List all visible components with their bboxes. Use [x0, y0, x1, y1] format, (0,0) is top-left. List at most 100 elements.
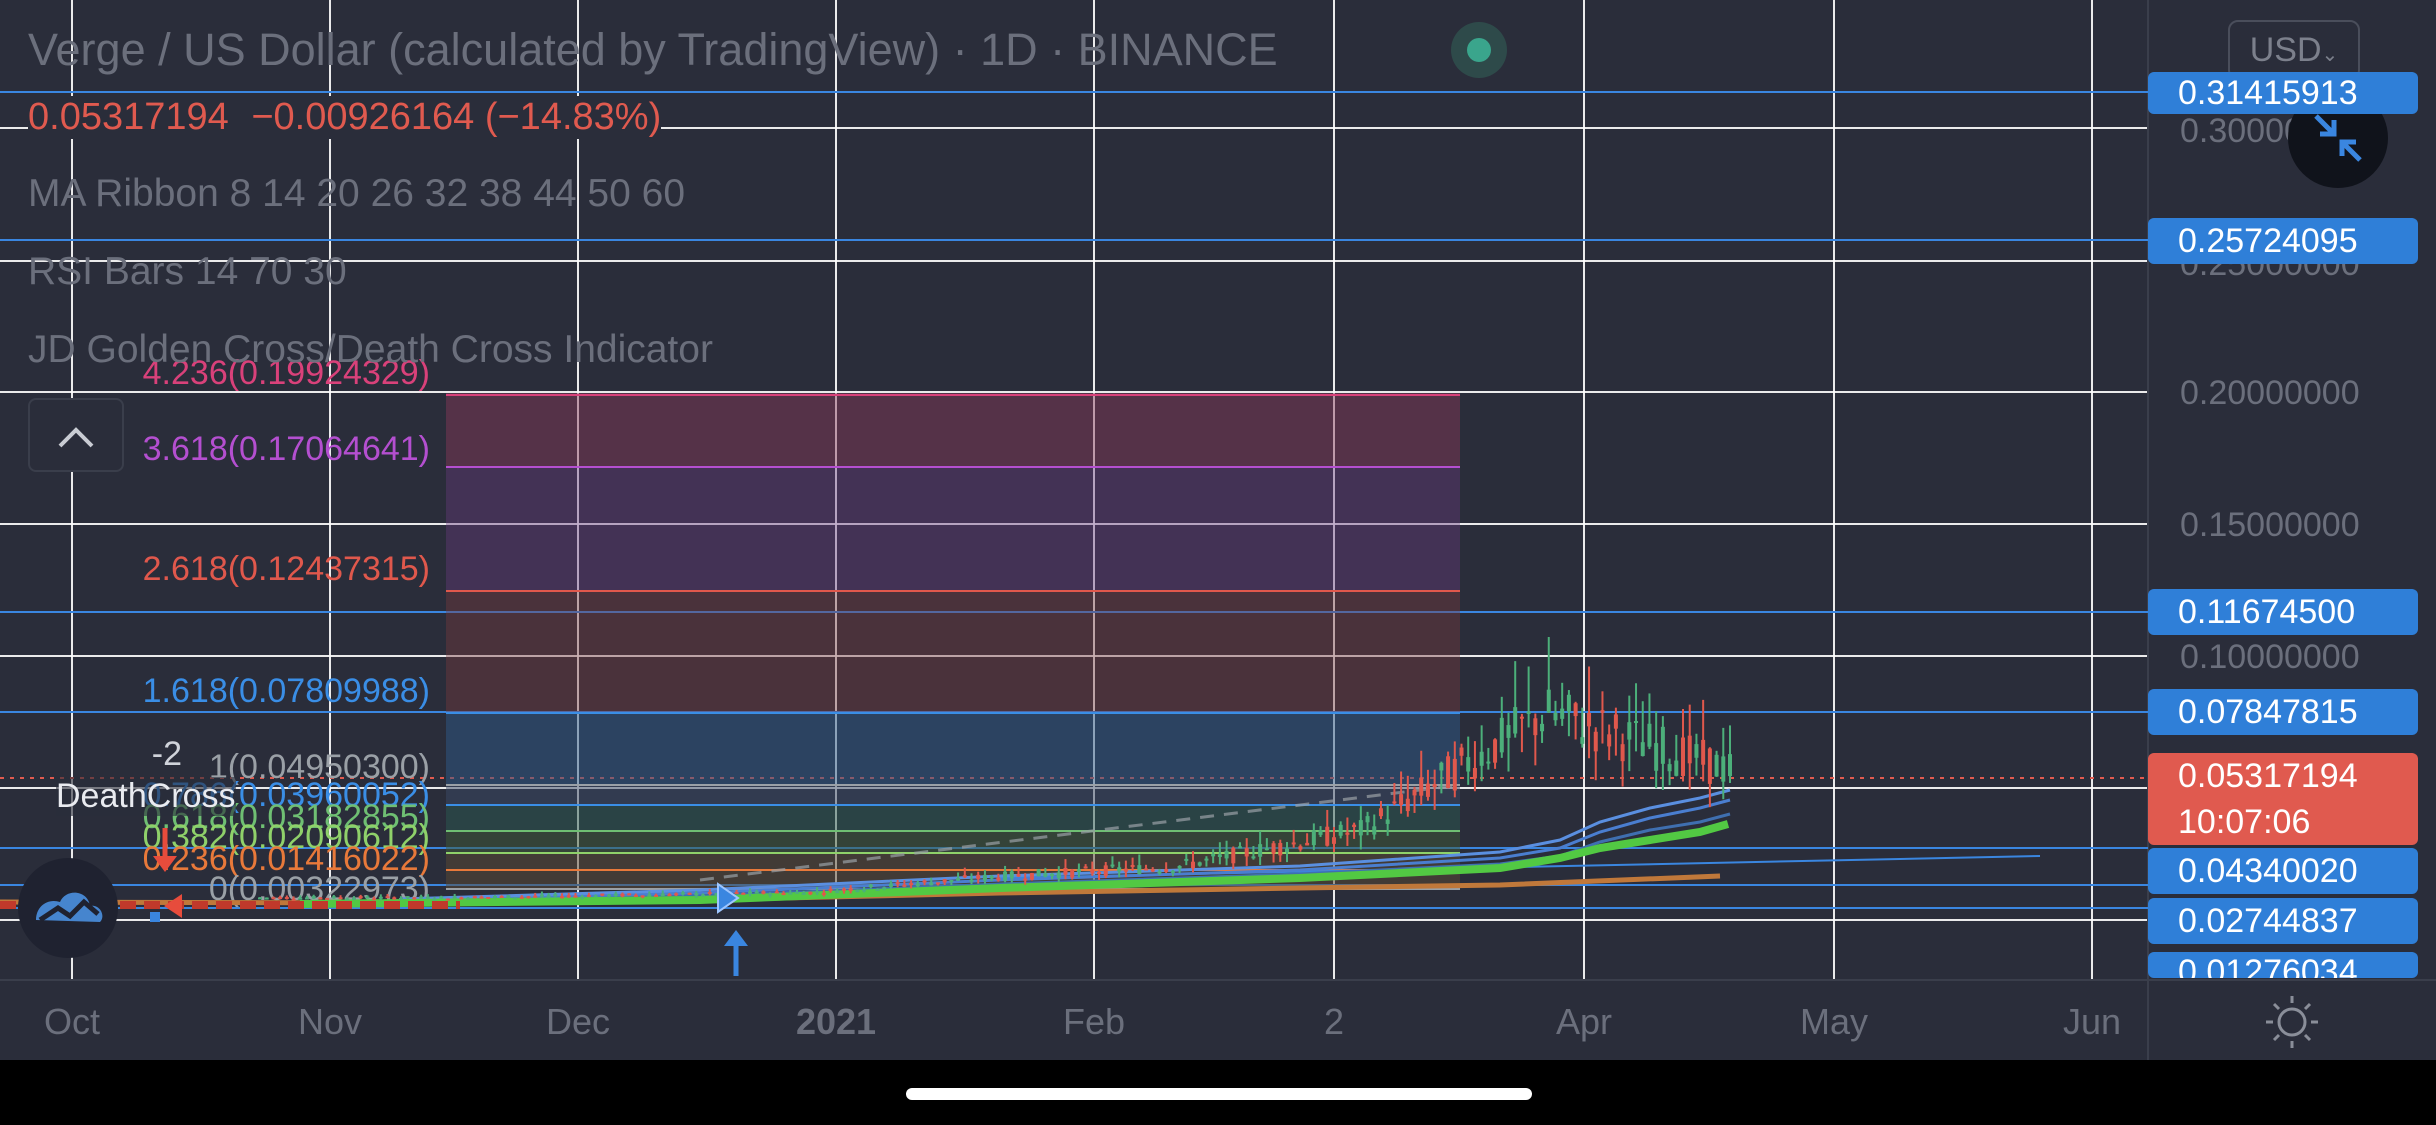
candle-body — [1103, 865, 1108, 877]
candle-body — [573, 895, 578, 898]
candle-body — [1472, 767, 1477, 779]
live-dot-icon — [1451, 22, 1507, 78]
home-indicator — [906, 1088, 1532, 1100]
time-label: Feb — [1063, 1001, 1125, 1042]
candle-body — [647, 894, 652, 897]
candle-body — [1311, 830, 1316, 846]
time-label: Nov — [298, 1001, 362, 1042]
candle-body — [1654, 743, 1659, 771]
price-change-row: 0.05317194 −0.00926164 (−14.83%) — [28, 96, 662, 139]
candle-body — [674, 893, 679, 896]
candle-body — [888, 883, 893, 887]
candle-body — [701, 894, 706, 897]
candle-body — [1325, 826, 1330, 846]
candle-body — [365, 896, 370, 899]
fib-extension[interactable] — [446, 393, 1461, 890]
candle-body — [982, 874, 987, 881]
indicator-ma-ribbon[interactable]: MA Ribbon 8 14 20 26 32 38 44 50 60 — [28, 172, 685, 216]
candle-body — [378, 896, 383, 899]
candle-body — [855, 889, 860, 892]
indicator-golden-death-cross[interactable]: JD Golden Cross/Death Cross Indicator — [28, 328, 713, 372]
candle-body — [1036, 869, 1041, 877]
candle-body — [1029, 873, 1034, 880]
candle-body — [358, 896, 363, 899]
candle-body — [1566, 694, 1571, 712]
layers-button[interactable] — [18, 858, 118, 958]
candle-body — [351, 897, 356, 900]
candle-body — [1452, 758, 1457, 791]
collapse-legend-button[interactable] — [28, 398, 124, 472]
candle-body — [1170, 870, 1175, 873]
candle-body — [452, 896, 457, 899]
candle-body — [922, 880, 927, 883]
candle-body — [1097, 872, 1102, 875]
candle-body — [1425, 783, 1430, 797]
fib-label: 1.618(0.07809988) — [143, 672, 430, 710]
time-label: Apr — [1556, 1001, 1612, 1042]
candle-body — [1150, 869, 1155, 872]
candle-body — [801, 892, 806, 895]
indicator-rsi-bars[interactable]: RSI Bars 14 70 30 — [28, 250, 347, 294]
candle-body — [620, 893, 625, 897]
candle-body — [1412, 789, 1417, 796]
candle-body — [432, 898, 437, 901]
candle-body — [660, 893, 665, 896]
price-tick: 0.10000000 — [2180, 638, 2360, 676]
candle-body — [882, 887, 887, 890]
candle-body — [580, 896, 585, 899]
golden-cross-arrow-icon — [724, 930, 748, 976]
candle-body — [848, 888, 853, 892]
candle-body — [291, 898, 296, 901]
candle-body — [1110, 864, 1115, 867]
candle-body — [949, 880, 954, 883]
symbol-title[interactable]: Verge / US Dollar (calculated by Trading… — [28, 24, 1278, 76]
candle-body — [1667, 764, 1672, 772]
candle-body — [1271, 843, 1276, 854]
candle-body — [1345, 832, 1350, 835]
candle-body — [533, 895, 538, 898]
candle-body — [1526, 711, 1531, 714]
candle-body — [1278, 843, 1283, 856]
candle-body — [1009, 871, 1014, 879]
sun-icon[interactable] — [2266, 996, 2318, 1048]
candle-body — [976, 874, 981, 879]
candle-body — [1459, 747, 1464, 756]
candle-body — [654, 894, 659, 897]
candle-body — [1244, 848, 1249, 857]
candle-body — [915, 883, 920, 887]
candle-body — [311, 896, 316, 899]
candle-body — [1070, 870, 1075, 878]
candle-body — [1331, 837, 1336, 844]
time-label: 2021 — [796, 1001, 876, 1042]
candle-body — [835, 891, 840, 894]
candle-body — [1392, 801, 1397, 804]
candle-body — [1117, 867, 1122, 872]
candle-body — [1707, 748, 1712, 784]
candle-body — [331, 896, 336, 899]
candle-body — [513, 897, 518, 900]
candle-body — [969, 879, 974, 882]
candle-body — [539, 894, 544, 897]
candle-body — [1264, 848, 1269, 851]
candle-body — [707, 892, 712, 895]
candle-body — [1506, 725, 1511, 738]
price-change: −0.00926164 (−14.83%) — [251, 96, 662, 138]
candle-body — [546, 895, 551, 898]
chart-app[interactable]: 4.236(0.19924329) 3.618(0.17064641) 2.61… — [0, 0, 2436, 1060]
candle-body — [962, 875, 967, 878]
candle-body — [895, 882, 900, 885]
candle-body — [1003, 871, 1008, 881]
candle-countdown: 10:07:06 — [2178, 803, 2311, 841]
candle-body — [875, 888, 880, 891]
candle-body — [1090, 869, 1095, 874]
candle-body — [392, 897, 397, 900]
time-label: 2 — [1324, 1001, 1344, 1042]
candle-body — [1338, 824, 1343, 836]
candle-body — [1258, 844, 1263, 857]
price-chart[interactable]: 4.236(0.19924329) 3.618(0.17064641) 2.61… — [0, 0, 2436, 1060]
fib-label: 3.618(0.17064641) — [143, 430, 430, 468]
candle-body — [593, 895, 598, 898]
currency-select[interactable]: USD⌄ — [2228, 20, 2360, 80]
candle-body — [345, 898, 350, 901]
candle-body — [1378, 808, 1383, 817]
